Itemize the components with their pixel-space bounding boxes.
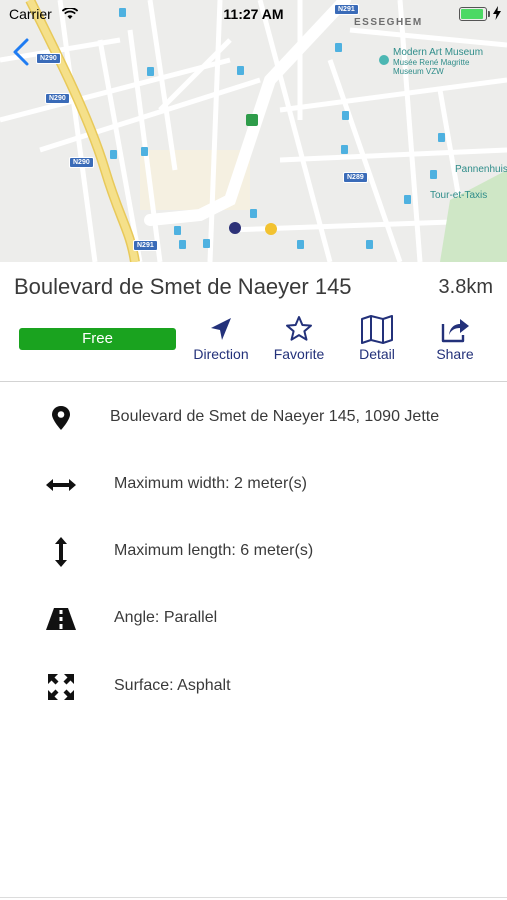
poi-name: Modern Art Museum [393, 47, 484, 58]
detail-row-width: Maximum width: 2 meter(s) [0, 464, 507, 504]
distance-label: 3.8km [438, 276, 493, 298]
share-button[interactable]: Share [420, 314, 490, 364]
favorite-label: Favorite [273, 346, 325, 362]
road-badge: N290 [69, 157, 94, 168]
chevron-left-icon [13, 38, 29, 66]
battery-fill [461, 9, 483, 19]
place-label-tour-et-taxis: Tour-et-Taxis [430, 190, 488, 201]
detail-row-angle: Angle: Parallel [0, 598, 507, 638]
road-badge: N291 [133, 240, 158, 251]
road-badge: N289 [343, 172, 368, 183]
expand-arrows-icon [48, 674, 74, 700]
angle-text: Angle: Parallel [114, 609, 218, 626]
vertical-arrows-icon [55, 537, 67, 567]
map-icon [361, 315, 393, 344]
battery-icon [459, 7, 490, 21]
horizontal-arrows-icon [46, 479, 76, 491]
location-pin-icon [52, 406, 70, 430]
direction-button[interactable]: Direction [186, 314, 256, 364]
address-title: Boulevard de Smet de Naeyer 145 [14, 274, 352, 299]
star-icon [286, 316, 312, 341]
favorite-button[interactable]: Favorite [264, 314, 334, 364]
detail-button[interactable]: Detail [342, 314, 412, 364]
status-time: 11:27 AM [223, 6, 284, 22]
poi-subtitle-2: Museum VZW [393, 67, 444, 76]
detail-row-address: Boulevard de Smet de Naeyer 145, 1090 Je… [0, 397, 507, 437]
road-badge: N290 [45, 93, 70, 104]
bottom-divider [0, 897, 507, 898]
back-button[interactable] [10, 36, 34, 68]
share-icon [441, 319, 469, 343]
place-label-pannenhuis: Pannenhuis [455, 164, 507, 175]
road-badge: N290 [36, 53, 61, 64]
map-canvas[interactable] [0, 0, 507, 262]
road-icon [46, 608, 76, 630]
charging-bolt-icon [493, 6, 501, 20]
direction-label: Direction [193, 346, 249, 362]
poi-subtitle: Musée René Magritte [393, 58, 470, 67]
map-view[interactable]: ESSEGHEM Modern Art Museum Musée René Ma… [0, 0, 507, 262]
navigation-arrow-icon [211, 318, 231, 340]
address-text: Boulevard de Smet de Naeyer 145, 1090 Je… [110, 408, 440, 425]
surface-text: Surface: Asphalt [114, 677, 231, 694]
share-label: Share [436, 346, 474, 362]
detail-label: Detail [359, 346, 395, 362]
availability-badge: Free [19, 328, 176, 350]
detail-row-length: Maximum length: 6 meter(s) [0, 531, 507, 571]
section-divider [0, 381, 507, 382]
max-length-text: Maximum length: 6 meter(s) [114, 542, 314, 559]
detail-row-surface: Surface: Asphalt [0, 666, 507, 706]
status-bar: Carrier 11:27 AM [0, 0, 507, 28]
max-width-text: Maximum width: 2 meter(s) [114, 475, 307, 492]
